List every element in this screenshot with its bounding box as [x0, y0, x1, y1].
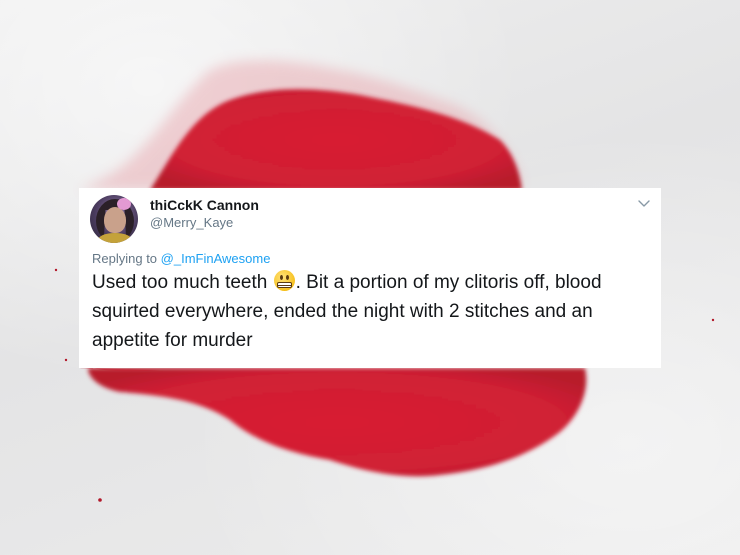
chevron-down-icon[interactable]: [637, 198, 651, 210]
reply-mention-link[interactable]: @_ImFinAwesome: [161, 251, 271, 266]
user-handle[interactable]: @Merry_Kaye: [150, 215, 233, 230]
grimacing-face-emoji-icon: [273, 270, 295, 291]
tweet-card[interactable]: thiCckK Cannon @Merry_Kaye Replying to @…: [79, 188, 661, 368]
tweet-text: Used too much teeth . Bit a portion of m…: [92, 268, 652, 355]
replying-prefix: Replying to: [92, 251, 161, 266]
display-name[interactable]: thiCckK Cannon: [150, 197, 259, 213]
avatar-shirt: [98, 233, 132, 243]
replying-to-line: Replying to @_ImFinAwesome: [92, 251, 270, 266]
tweet-text-part1: Used too much teeth: [92, 272, 273, 293]
avatar-flower: [117, 198, 131, 210]
avatar[interactable]: [90, 195, 138, 243]
avatar-face: [104, 207, 126, 233]
